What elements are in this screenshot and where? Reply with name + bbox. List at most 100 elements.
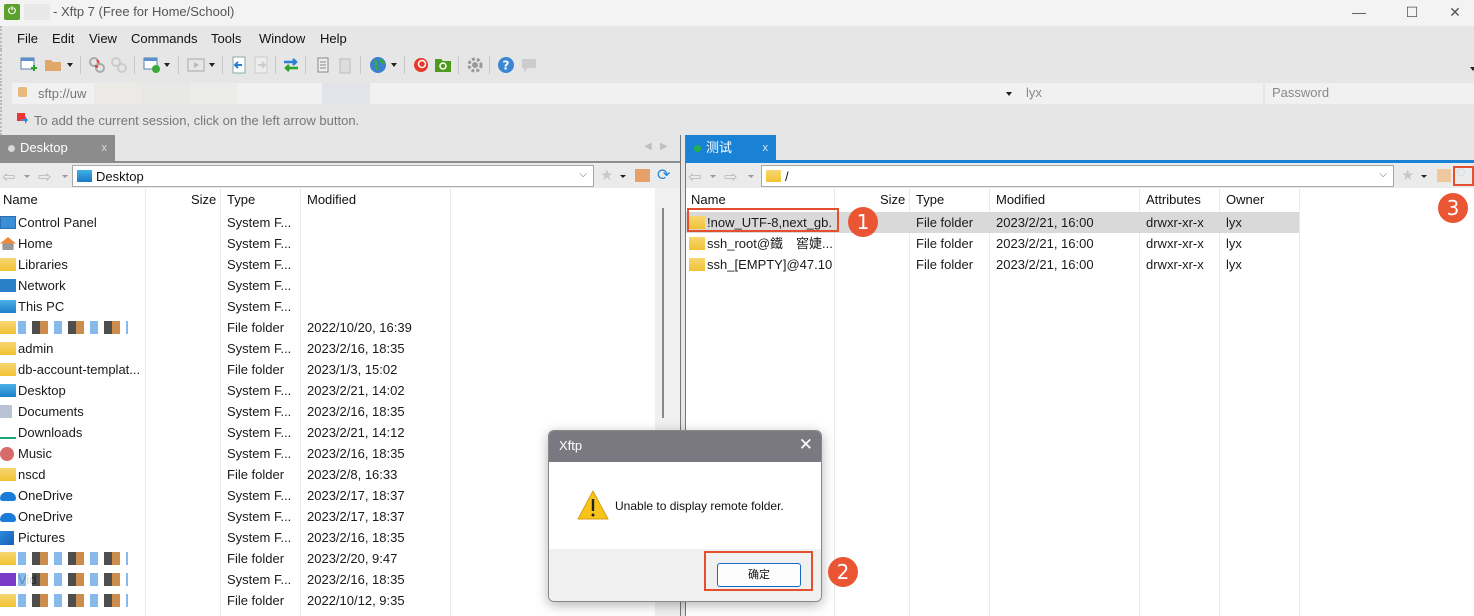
address-input[interactable]: sftp://uw	[12, 83, 1020, 104]
path-dropdown-icon[interactable]: ⌵	[579, 169, 587, 180]
session-properties-dropdown[interactable]	[164, 63, 170, 67]
cell-modified: 2023/2/17, 18:37	[307, 509, 405, 524]
column-header-name[interactable]: Name	[3, 188, 38, 212]
forward-icon[interactable]: ⇨	[724, 167, 737, 187]
cell-type: System F...	[227, 446, 292, 461]
globe-icon[interactable]	[369, 56, 387, 74]
menu-help[interactable]: Help	[320, 31, 347, 46]
back-icon[interactable]: ⇦	[2, 167, 15, 187]
file-row[interactable]: ssh_root@鐵 窖婕... File folder 2023/2/21, 16…	[686, 233, 1299, 254]
toolbar-overflow-dropdown[interactable]	[1470, 67, 1474, 71]
bookmark-dropdown[interactable]	[620, 175, 626, 178]
tab-scroll-right[interactable]: ▶	[660, 141, 668, 152]
play-icon[interactable]	[187, 56, 205, 74]
parent-folder-icon[interactable]	[1437, 169, 1451, 182]
new-session-icon[interactable]	[20, 56, 38, 74]
dialog-title: Xftp	[559, 438, 583, 453]
copy-icon[interactable]	[314, 56, 332, 74]
xftp-icon[interactable]	[434, 56, 452, 74]
forward-dropdown[interactable]	[62, 175, 68, 178]
cell-modified: 2023/2/16, 18:35	[307, 446, 405, 461]
folder-icon	[0, 552, 16, 565]
folder-icon	[0, 468, 16, 481]
tab-desktop[interactable]: Desktop x	[0, 135, 115, 162]
reconnect-icon[interactable]	[110, 56, 128, 74]
help-icon[interactable]: ?	[497, 56, 515, 74]
file-row[interactable]: Control Panel System F...	[0, 212, 655, 233]
column-header-type[interactable]: Type	[227, 188, 255, 212]
upload-icon[interactable]	[230, 56, 248, 74]
file-row[interactable]: Desktop System F... 2023/2/21, 14:02	[0, 380, 655, 401]
refresh-icon[interactable]: ⟳	[657, 165, 670, 185]
back-icon[interactable]: ⇦	[688, 167, 701, 187]
onedrive-icon	[0, 513, 16, 522]
column-header-size[interactable]: Size	[191, 188, 216, 212]
scrollbar-thumb[interactable]	[662, 208, 664, 418]
right-path-input[interactable]: / ⌵	[761, 165, 1394, 187]
column-header-size[interactable]: Size	[880, 188, 905, 212]
transfer-icon[interactable]	[282, 56, 300, 74]
parent-folder-icon[interactable]	[635, 169, 650, 182]
session-properties-icon[interactable]	[143, 56, 161, 74]
menu-commands[interactable]: Commands	[131, 31, 197, 46]
xshell-icon[interactable]	[412, 56, 430, 74]
bookmark-dropdown[interactable]	[1421, 175, 1427, 178]
address-history-dropdown[interactable]	[1006, 92, 1012, 96]
maximize-button[interactable]: ☐	[1389, 0, 1435, 26]
add-session-arrow-icon[interactable]	[16, 113, 28, 127]
file-row[interactable]: Network System F...	[0, 275, 655, 296]
menu-window[interactable]: Window	[259, 31, 305, 46]
back-dropdown[interactable]	[710, 175, 716, 178]
menu-tools[interactable]: Tools	[211, 31, 241, 46]
gear-icon[interactable]	[466, 56, 484, 74]
open-folder-dropdown[interactable]	[67, 63, 73, 67]
bookmark-star-icon[interactable]: ★	[1401, 166, 1414, 184]
file-row[interactable]: Documents System F... 2023/2/16, 18:35	[0, 401, 655, 422]
play-dropdown[interactable]	[209, 63, 215, 67]
globe-dropdown[interactable]	[391, 63, 397, 67]
disconnect-icon[interactable]	[88, 56, 106, 74]
tab-label: 测试	[706, 140, 733, 155]
back-dropdown[interactable]	[24, 175, 30, 178]
menu-edit[interactable]: Edit	[52, 31, 74, 46]
file-row[interactable]: Home System F...	[0, 233, 655, 254]
forward-icon[interactable]: ⇨	[38, 167, 51, 187]
paste-icon[interactable]	[336, 56, 354, 74]
left-path-input[interactable]: Desktop ⌵	[72, 165, 594, 187]
path-dropdown-icon[interactable]: ⌵	[1379, 169, 1387, 180]
column-header-owner[interactable]: Owner	[1226, 188, 1264, 212]
file-row[interactable]: This PC System F...	[0, 296, 655, 317]
tab-close-button[interactable]: x	[102, 135, 108, 161]
download-icon[interactable]	[252, 56, 270, 74]
menu-view[interactable]: View	[89, 31, 117, 46]
column-header-attributes[interactable]: Attributes	[1146, 188, 1201, 212]
column-header-modified[interactable]: Modified	[996, 188, 1045, 212]
desktop-icon	[0, 384, 16, 397]
file-row[interactable]: Libraries System F...	[0, 254, 655, 275]
minimize-button[interactable]: —	[1336, 0, 1382, 26]
tab-scroll-left[interactable]: ◀	[644, 141, 652, 152]
tab-test[interactable]: 测试 x	[686, 135, 776, 162]
open-folder-icon[interactable]	[44, 56, 62, 74]
cell-modified: 2023/2/21, 16:00	[996, 215, 1094, 230]
username-input[interactable]: lyx	[1019, 83, 1263, 104]
file-row[interactable]: ssh_[EMPTY]@47.10... File folder 2023/2/21…	[686, 254, 1299, 275]
cell-name: This PC	[18, 299, 65, 314]
tab-close-button[interactable]: x	[763, 135, 769, 161]
column-header-type[interactable]: Type	[916, 188, 944, 212]
hint-bar: To add the current session, click on the…	[0, 107, 1474, 135]
redacted-address	[190, 83, 238, 104]
password-input[interactable]: Password	[1265, 83, 1474, 104]
file-row[interactable]: admin System F... 2023/2/16, 18:35	[0, 338, 655, 359]
file-row[interactable]: db-account-templat... File folder 2023/1/3…	[0, 359, 655, 380]
close-window-button[interactable]: ✕	[1432, 0, 1474, 26]
cell-type: File folder	[227, 320, 285, 335]
chat-icon[interactable]	[520, 56, 538, 74]
forward-dropdown[interactable]	[748, 175, 754, 178]
home-icon	[0, 237, 16, 250]
menu-file[interactable]: File	[17, 31, 38, 46]
dialog-close-button[interactable]: ✕	[799, 435, 813, 455]
column-header-modified[interactable]: Modified	[307, 188, 356, 212]
file-row[interactable]: File folder 2022/10/20, 16:39	[0, 317, 655, 338]
bookmark-star-icon[interactable]: ★	[600, 166, 613, 184]
